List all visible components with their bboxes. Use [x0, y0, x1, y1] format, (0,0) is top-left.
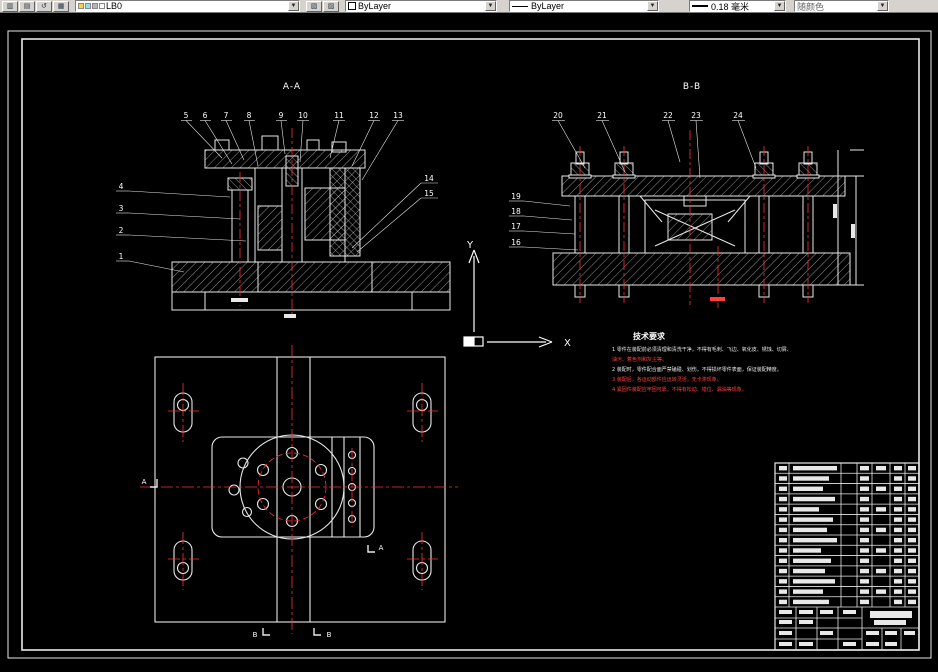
chevron-down-icon[interactable]: ▼	[485, 1, 496, 11]
part-label: 18	[511, 207, 521, 216]
part-label: 2	[119, 226, 124, 235]
layer-freeze-icon	[85, 3, 91, 9]
object-properties-toolbar: ▥ ▤ ↺ ▦ LB0 ▼ ▧ ▨ ByLayer ▼ ByLayer ▼ 0.…	[0, 0, 938, 13]
technical-requirements: 技术要求 1 零件在装配前必须清理和清洗干净，不得有毛刺、飞边、氧化皮、锈蚀、切…	[612, 331, 792, 393]
layer-on-bulb-icon	[78, 3, 84, 9]
view-bb-title: B-B	[683, 82, 701, 92]
title-block-table	[774, 462, 920, 651]
layer-lock-icon	[92, 3, 98, 9]
linetype-combo[interactable]: ByLayer ▼	[509, 0, 659, 12]
view-plan: A A B B	[140, 345, 458, 639]
plot-style-value: 随颜色	[797, 1, 825, 12]
part-label: 12	[369, 111, 379, 120]
model-space: A-A 5 6 7 8 9 10 11 12 13 4 3 2 1 14 15 …	[0, 13, 938, 672]
linetype-sample	[512, 5, 528, 7]
layer-combo[interactable]: LB0 ▼	[75, 0, 300, 12]
part-label: 24	[733, 111, 743, 120]
current-color-swatch	[348, 2, 356, 10]
tech-req-line: 4 紧固件装配应牢固可靠，不得有松动、错位、漏油等现象。	[612, 386, 747, 393]
part-label: 14	[424, 174, 434, 183]
lineweight-sample	[692, 5, 708, 7]
cad-application-window: { "colors": { "background": "#000000", "…	[0, 0, 938, 672]
part-label: 8	[247, 111, 252, 120]
linetype-value: ByLayer	[531, 1, 565, 11]
icon-glyph: ▥	[6, 2, 14, 10]
section-mark-label: A	[379, 544, 384, 552]
make-object-layer-current-icon[interactable]: ▥	[2, 0, 18, 12]
part-label: 4	[119, 182, 124, 191]
tech-req-line: 1 零件在装配前必须清理和清洗干净，不得有毛刺、飞边、氧化皮、锈蚀、切屑、	[612, 346, 792, 353]
view-aa-title: A-A	[283, 82, 301, 92]
icon-glyph: ▧	[310, 2, 318, 10]
tech-req-title: 技术要求	[633, 331, 666, 341]
part-label: 21	[597, 111, 607, 120]
chevron-down-icon[interactable]: ▼	[288, 1, 299, 11]
layer-states-icon[interactable]: ▦	[53, 0, 69, 12]
part-label: 17	[511, 222, 521, 231]
tech-req-line: 3 装配后，各运动部件应运转灵活，无卡滞现象。	[612, 376, 722, 383]
part-label: 19	[511, 192, 521, 201]
tech-req-line: 2 装配时，零件配合面严禁磕碰、划伤，不得损坏零件表面，保证装配精度。	[612, 366, 782, 373]
chevron-down-icon[interactable]: ▼	[647, 1, 658, 11]
part-label: 6	[203, 111, 208, 120]
part-label: 13	[393, 111, 403, 120]
part-label: 3	[119, 204, 124, 213]
ucs-x-axis-label: X	[564, 338, 571, 349]
icon-glyph: ▦	[57, 2, 65, 10]
ucs-y-axis-label: Y	[466, 240, 474, 251]
lineweight-value: 0.18 毫米	[711, 1, 750, 12]
centerlines-plan	[140, 345, 458, 634]
part-label: 5	[184, 111, 189, 120]
part-label: 15	[424, 189, 434, 198]
part-label: 23	[691, 111, 701, 120]
color-value: ByLayer	[358, 1, 392, 11]
icon-glyph: ↺	[41, 2, 47, 10]
part-label: 1	[119, 252, 124, 261]
plot-style-combo[interactable]: 随颜色 ▼	[794, 0, 889, 12]
chevron-down-icon[interactable]: ▼	[877, 1, 888, 11]
part-label: 20	[553, 111, 563, 120]
part-label: 22	[663, 111, 673, 120]
chevron-down-icon[interactable]: ▼	[774, 1, 785, 11]
section-mark-label: B	[253, 631, 258, 639]
color-combo[interactable]: ByLayer ▼	[345, 0, 497, 12]
part-label: 7	[224, 111, 229, 120]
part-label: 16	[511, 238, 521, 247]
section-mark-label: A	[142, 478, 147, 486]
layer-manager-icon[interactable]: ▤	[19, 0, 35, 12]
bom-rows	[775, 466, 919, 605]
layers-icon[interactable]: ▧	[306, 0, 322, 12]
part-label: 10	[298, 111, 308, 120]
icon-glyph: ▤	[23, 2, 31, 10]
view-aa: A-A 5 6 7 8 9 10 11 12 13 4 3 2 1 14 15	[116, 82, 451, 318]
tech-req-line: 油污、着色剂和灰尘等。	[612, 356, 667, 363]
view-bb: B-B 20 21 22 23 24 19 18 17 16	[509, 82, 864, 308]
layer-color-swatch	[99, 3, 105, 9]
part-label: 11	[334, 111, 344, 120]
lineweight-combo[interactable]: 0.18 毫米 ▼	[689, 0, 786, 12]
section-mark-label: B	[327, 631, 332, 639]
icon-glyph: ▨	[327, 2, 335, 10]
layer-isolate-icon[interactable]: ▨	[323, 0, 339, 12]
layer-name: LB0	[106, 1, 123, 11]
layer-previous-icon[interactable]: ↺	[36, 0, 52, 12]
part-label: 9	[279, 111, 284, 120]
drawing-canvas[interactable]: A-A 5 6 7 8 9 10 11 12 13 4 3 2 1 14 15 …	[0, 13, 938, 672]
